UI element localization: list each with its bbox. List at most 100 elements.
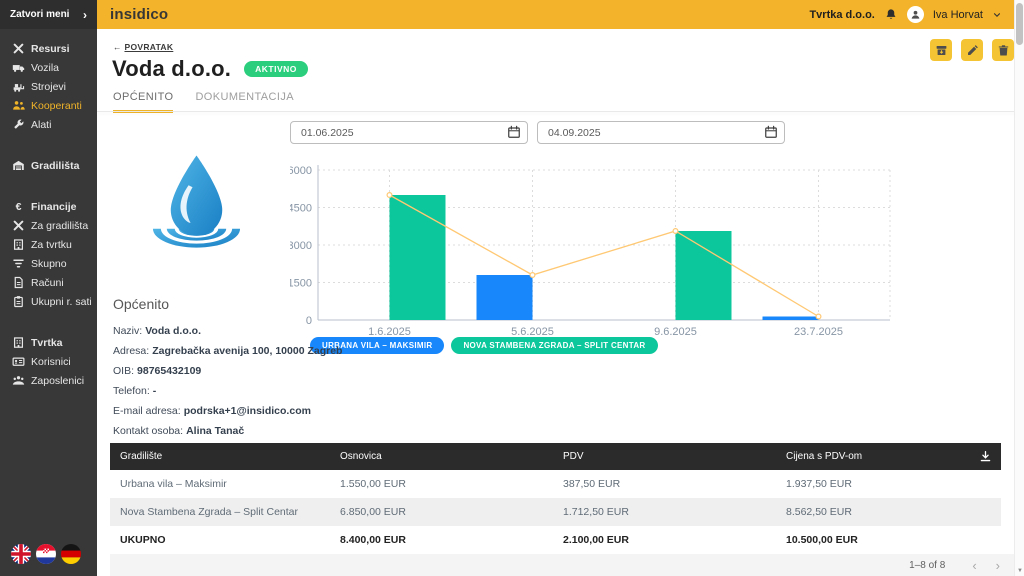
date-to-field [537, 121, 785, 144]
info-value: - [153, 385, 157, 397]
filter-icon [12, 257, 25, 270]
clipboard-icon [12, 295, 25, 308]
chevron-right-icon: › [83, 9, 87, 21]
notifications-bell-icon[interactable] [884, 8, 898, 22]
table-pagination: 1–8 of 8 ‹ › [110, 554, 1014, 576]
company-water-drop-logo [147, 153, 246, 266]
sidebar-item-strojevi[interactable]: Strojevi [0, 77, 97, 96]
legend-pill-nova-stambena[interactable]: NOVA STAMBENA ZGRADA – SPLIT CENTAR [451, 337, 657, 354]
svg-text:6000: 6000 [290, 165, 312, 177]
pagination-label: 1–8 of 8 [909, 560, 945, 571]
info-row-oib: OIB:98765432109 [113, 365, 342, 377]
table-row: Urbana vila – Maksimir 1.550,00 EUR 387,… [110, 470, 1001, 498]
sidebar-item-label: Strojevi [31, 81, 66, 93]
sidebar-item-kooperanti[interactable]: Kooperanti [0, 96, 97, 115]
machine-icon [12, 80, 25, 93]
invoices-table: Gradilište Osnovica PDV Cijena s PDV-om … [110, 443, 1001, 554]
date-to-input[interactable] [537, 121, 785, 144]
collapse-menu-label: Zatvori meni [10, 9, 69, 20]
pagination-next-icon[interactable]: › [990, 559, 1006, 572]
scrollbar[interactable]: ▼ [1014, 0, 1024, 576]
info-value: Zagrebačka avenija 100, 10000 Zagreb [152, 345, 342, 357]
cell: UKUPNO [110, 526, 330, 554]
app-logo[interactable]: insidico [110, 6, 168, 23]
invoices-chart: 015003000450060001.6.20255.6.20259.6.202… [290, 162, 910, 342]
download-icon[interactable] [979, 450, 992, 463]
col-cijena: Cijena s PDV-om [776, 443, 969, 470]
tab-opcenito[interactable]: OPĆENITO [113, 91, 173, 113]
table-header-row: Gradilište Osnovica PDV Cijena s PDV-om [110, 443, 1001, 470]
user-icon [910, 9, 921, 20]
cell: 10.500,00 EUR [776, 526, 969, 554]
delete-button[interactable] [992, 39, 1014, 61]
cell: 387,50 EUR [553, 470, 776, 498]
scrollbar-thumb[interactable] [1016, 3, 1023, 45]
archive-button[interactable] [930, 39, 952, 61]
sidebar-item-gradilista[interactable]: Gradilišta [0, 156, 97, 175]
people-icon [12, 99, 25, 112]
info-label: E-mail adresa: [113, 405, 181, 417]
date-from-input[interactable] [290, 121, 528, 144]
cell: 1.712,50 EUR [553, 498, 776, 526]
sidebar-item-label: Resursi [31, 43, 70, 55]
col-gradiliste: Gradilište [110, 443, 330, 470]
flag-croatia-icon[interactable] [36, 544, 56, 564]
chevron-down-icon[interactable] [992, 10, 1002, 20]
main-content: ← POVRATAK Voda d.o.o. AKTIVNO OPĆENITO … [97, 29, 1024, 576]
sidebar-item-korisnici[interactable]: Korisnici [0, 352, 97, 371]
sidebar-item-skupno[interactable]: Skupno [0, 254, 97, 273]
col-osnovica: Osnovica [330, 443, 553, 470]
tab-dokumentacija[interactable]: DOKUMENTACIJA [195, 91, 294, 113]
cell: 2.100,00 EUR [553, 526, 776, 554]
avatar[interactable] [907, 6, 924, 23]
sidebar-item-label: Za gradilišta [31, 220, 88, 232]
collapse-menu-button[interactable]: Zatvori meni › [0, 0, 97, 29]
tools-icon [12, 219, 25, 232]
info-label: Telefon: [113, 385, 150, 397]
sidebar-item-racuni[interactable]: Računi [0, 273, 97, 292]
flag-uk-icon[interactable] [11, 544, 31, 564]
document-icon [12, 276, 25, 289]
info-value: Voda d.o.o. [145, 325, 201, 337]
scrollbar-down-icon[interactable]: ▼ [1015, 568, 1024, 574]
cell: 8.562,50 EUR [776, 498, 969, 526]
building-icon [12, 238, 25, 251]
pagination-prev-icon[interactable]: ‹ [966, 559, 982, 572]
pencil-icon [966, 44, 979, 57]
sidebar-item-za-tvrtku[interactable]: Za tvrtku [0, 235, 97, 254]
calendar-icon[interactable] [764, 125, 778, 139]
sidebar-item-tvrtka[interactable]: Tvrtka [0, 333, 97, 352]
cell: Nova Stambena Zgrada – Split Centar [110, 498, 330, 526]
sidebar-item-ukupni-r-sati[interactable]: Ukupni r. sati [0, 292, 97, 311]
sidebar-item-zaposlenici[interactable]: Zaposlenici [0, 371, 97, 390]
sidebar-item-label: Kooperanti [31, 100, 82, 112]
table-row: Nova Stambena Zgrada – Split Centar 6.85… [110, 498, 1001, 526]
tools-icon [12, 42, 25, 55]
svg-text:23.7.2025: 23.7.2025 [794, 326, 843, 338]
divider [97, 111, 1024, 112]
user-name[interactable]: Iva Horvat [933, 9, 983, 21]
info-value: podrska+1@insidico.com [184, 405, 311, 417]
back-label: POVRATAK [124, 42, 173, 52]
chart-legend: URBANA VILA – MAKSIMIR NOVA STAMBENA ZGR… [310, 337, 658, 354]
sidebar: Zatvori meni › Resursi Vozila Strojevi K… [0, 0, 97, 576]
flag-germany-icon[interactable] [61, 544, 81, 564]
building-icon [12, 336, 25, 349]
sidebar-item-alati[interactable]: Alati [0, 115, 97, 134]
sidebar-item-resursi[interactable]: Resursi [0, 39, 97, 58]
sidebar-nav: Resursi Vozila Strojevi Kooperanti Alati… [0, 29, 97, 390]
back-link[interactable]: ← POVRATAK [113, 42, 173, 52]
sidebar-item-label: Skupno [31, 258, 67, 270]
info-row-telefon: Telefon:- [113, 385, 342, 397]
sidebar-item-label: Financije [31, 201, 77, 213]
col-pdv: PDV [553, 443, 776, 470]
general-info: Općenito Naziv:Voda d.o.o. Adresa:Zagreb… [113, 296, 342, 445]
calendar-icon[interactable] [507, 125, 521, 139]
sidebar-item-financije[interactable]: Financije [0, 197, 97, 216]
top-bar: insidico Tvrtka d.o.o. Iva Horvat [97, 0, 1024, 29]
sidebar-item-za-gradilista[interactable]: Za gradilišta [0, 216, 97, 235]
sidebar-item-label: Računi [31, 277, 64, 289]
edit-button[interactable] [961, 39, 983, 61]
sidebar-item-vozila[interactable]: Vozila [0, 58, 97, 77]
info-row-email: E-mail adresa:podrska+1@insidico.com [113, 405, 342, 417]
